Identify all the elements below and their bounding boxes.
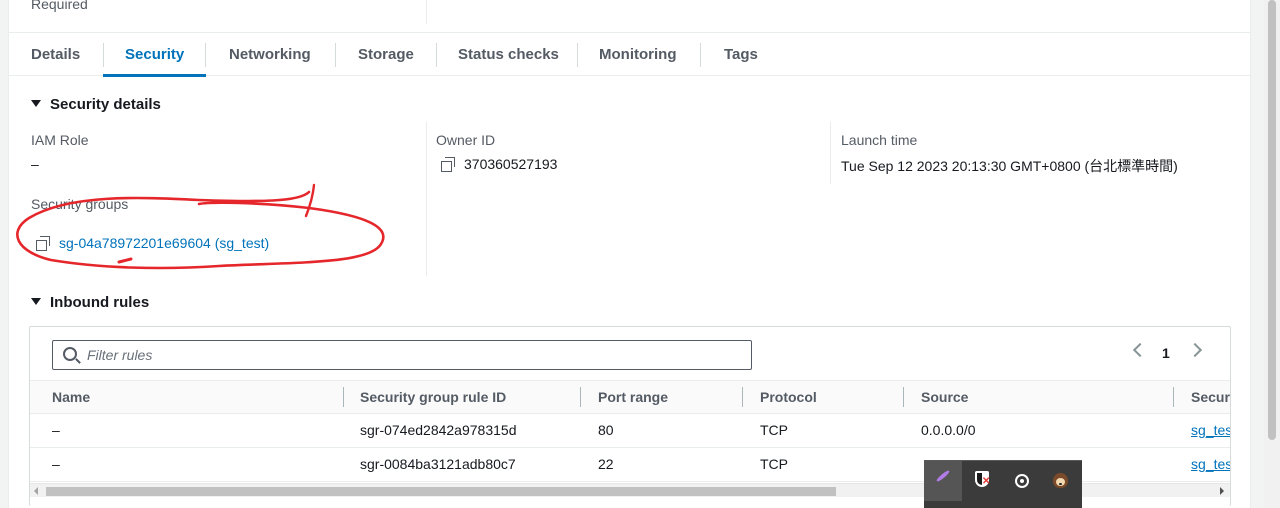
caret-down-icon (31, 298, 41, 305)
cell-protocol: TCP (760, 456, 788, 472)
column-divider (426, 0, 427, 24)
column-header-protocol[interactable]: Protocol (760, 381, 817, 414)
inbound-rules-title: Inbound rules (50, 294, 150, 311)
column-divider (830, 122, 831, 184)
tab-security[interactable]: Security (102, 33, 207, 77)
previous-section-row: Required (9, 0, 1250, 24)
column-divider (426, 122, 427, 276)
scroll-right-arrow-icon[interactable] (1220, 487, 1224, 495)
inbound-rules-toggle[interactable]: Inbound rules (31, 294, 149, 311)
page-vertical-scrollbar[interactable] (1264, 0, 1280, 508)
tab-separator (436, 43, 437, 67)
cell-rule-id: sgr-074ed2842a978315d (360, 422, 517, 438)
cell-port-range: 22 (598, 456, 614, 472)
chevron-left-icon[interactable] (1132, 342, 1148, 358)
chevron-right-icon[interactable] (1187, 342, 1203, 358)
column-resizer[interactable] (1173, 387, 1174, 407)
column-header-rule-id[interactable]: Security group rule ID (360, 381, 506, 414)
column-resizer[interactable] (343, 387, 344, 407)
security-details-title: Security details (50, 96, 161, 113)
security-details-toggle[interactable]: Security details (31, 96, 161, 113)
iam-role-label: IAM Role (31, 132, 89, 148)
launch-time-label: Launch time (841, 132, 918, 148)
record-icon (1015, 474, 1029, 488)
launch-time-value: Tue Sep 12 2023 20:13:30 GMT+0800 (台北標準時… (841, 158, 1178, 174)
tab-separator (577, 43, 578, 67)
cell-name: – (52, 456, 60, 472)
table-row: – sgr-074ed2842a978315d 80 TCP 0.0.0.0/0… (30, 414, 1230, 448)
tab-networking[interactable]: Networking (229, 33, 311, 76)
column-header-source[interactable]: Source (921, 381, 968, 414)
column-header-security-group[interactable]: Secur (1191, 381, 1230, 414)
table-header: Name Security group rule ID Port range P… (30, 380, 1230, 414)
system-tray (924, 460, 1082, 508)
owner-id-label: Owner ID (436, 132, 496, 148)
tab-storage[interactable]: Storage (358, 33, 414, 76)
feather-icon (935, 469, 951, 483)
cell-name: – (52, 422, 60, 438)
shield-icon (975, 471, 990, 487)
cell-port-range: 80 (598, 422, 614, 438)
column-resizer[interactable] (742, 387, 743, 407)
copy-icon[interactable] (36, 236, 50, 251)
filter-rules-input[interactable] (87, 345, 737, 365)
security-group-item: sg-04a78972201e69604 (sg_test) (36, 235, 269, 251)
tab-separator (700, 43, 701, 67)
tab-monitoring[interactable]: Monitoring (599, 33, 676, 76)
column-resizer[interactable] (580, 387, 581, 407)
scrollbar-thumb[interactable] (1268, 0, 1276, 440)
security-group-link[interactable]: sg-04a78972201e69604 (sg_test) (59, 235, 269, 251)
scroll-left-arrow-icon[interactable] (34, 487, 38, 495)
required-label: Required (31, 0, 88, 12)
tab-status-checks[interactable]: Status checks (458, 33, 559, 76)
tab-details[interactable]: Details (31, 33, 80, 76)
cell-rule-id: sgr-0084ba3121adb80c7 (360, 456, 516, 472)
column-resizer[interactable] (903, 387, 904, 407)
annotation-circle (16, 183, 385, 270)
tab-separator (205, 43, 206, 67)
caret-down-icon (31, 100, 41, 107)
search-icon (63, 347, 77, 361)
iam-role-value: – (31, 156, 39, 172)
tray-item-feather[interactable] (924, 461, 962, 501)
filter-box (52, 340, 752, 370)
column-header-port-range[interactable]: Port range (598, 381, 668, 414)
instance-detail-panel: Required Details Security Networking Sto… (8, 0, 1251, 508)
copy-icon[interactable] (441, 157, 455, 172)
page-number[interactable]: 1 (1162, 345, 1170, 361)
owner-id-text: 370360527193 (464, 156, 558, 172)
tray-item-fox[interactable] (1042, 461, 1080, 501)
tray-item-shield[interactable] (964, 461, 1002, 501)
fox-icon (1053, 473, 1068, 488)
owner-id-value: 370360527193 (441, 156, 557, 172)
tray-item-record[interactable] (1003, 461, 1041, 501)
cell-security-group-link[interactable]: sg_tes (1191, 448, 1230, 481)
cell-security-group-link[interactable]: sg_tes (1191, 414, 1230, 447)
cell-source: 0.0.0.0/0 (921, 422, 976, 438)
column-header-name[interactable]: Name (52, 381, 90, 414)
security-groups-label: Security groups (31, 196, 129, 212)
instance-tabs: Details Security Networking Storage Stat… (9, 32, 1250, 77)
cell-protocol: TCP (760, 422, 788, 438)
scrollbar-thumb[interactable] (46, 487, 836, 496)
tab-separator (103, 43, 104, 67)
tab-tags[interactable]: Tags (724, 33, 758, 76)
tab-separator (335, 43, 336, 67)
